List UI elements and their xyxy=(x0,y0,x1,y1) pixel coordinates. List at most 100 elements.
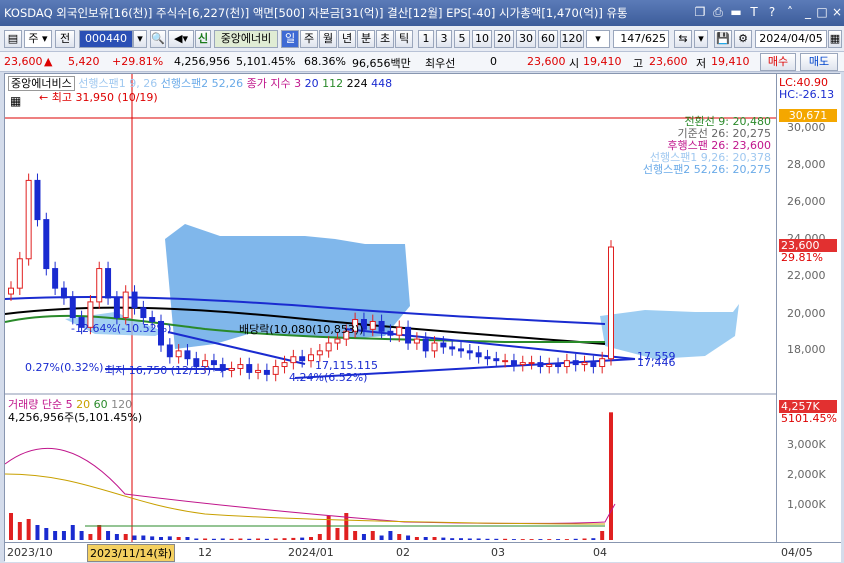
interval-10[interactable]: 10 xyxy=(472,30,492,48)
price-axis[interactable]: LC:40.90 HC:-26.13 30,671 30,000 28,000 … xyxy=(776,74,841,562)
candle-body xyxy=(237,364,244,369)
volume-bar xyxy=(582,538,587,540)
period-week-button[interactable]: 주 xyxy=(300,30,318,48)
interval-3[interactable]: 3 xyxy=(436,30,452,48)
search-icon[interactable]: 🔍 xyxy=(150,30,166,48)
settings-icon[interactable]: ⚙ xyxy=(734,30,752,48)
open-price: 19,410 xyxy=(583,55,622,68)
candle-body xyxy=(555,364,562,368)
volume-bar xyxy=(300,537,305,540)
candle-body xyxy=(590,362,597,368)
restore-icon[interactable]: ❐ xyxy=(692,4,708,20)
candle-body xyxy=(369,320,376,330)
change-rate: +29.81% xyxy=(112,55,164,68)
volume-bar xyxy=(291,537,296,540)
candle-body xyxy=(449,346,456,350)
code-input[interactable]: 000440 xyxy=(79,30,133,48)
period-second-button[interactable]: 초 xyxy=(376,30,394,48)
interval-5[interactable]: 5 xyxy=(454,30,470,48)
volume-bar xyxy=(467,538,472,540)
count-field[interactable]: 147/625 xyxy=(613,30,669,48)
interval-1[interactable]: 1 xyxy=(418,30,434,48)
period-day-button[interactable]: 일 xyxy=(281,30,299,48)
new-icon[interactable]: 신 xyxy=(195,30,211,48)
volume-bar xyxy=(335,528,340,540)
x-label: 04/05 xyxy=(781,546,813,559)
interval-30[interactable]: 30 xyxy=(516,30,536,48)
candle-body xyxy=(599,358,606,368)
tool-icon[interactable]: ⇆ xyxy=(674,30,692,48)
price-bar: 23,600 ▲ 5,420 +29.81% 4,256,956 5,101.4… xyxy=(0,52,844,72)
time-axis[interactable]: 2023/10 2023/11/14(화) 12 2024/01 02 03 0… xyxy=(5,542,841,562)
volume-series xyxy=(9,412,613,540)
candle-body xyxy=(16,258,23,289)
pin-icon[interactable]: ˄ xyxy=(782,4,798,20)
volume-bar xyxy=(150,536,155,540)
x-label: 2024/01 xyxy=(288,546,334,559)
grid-icon[interactable]: ▦ xyxy=(10,94,21,108)
buy-button[interactable]: 매수 xyxy=(760,53,796,71)
chart-panel[interactable]: 중앙에너비스 선행스팬1 9, 26 선행스팬2 52,26 종가 지수 3 2… xyxy=(4,73,841,562)
custom-interval-select[interactable]: ▾ xyxy=(586,30,610,48)
toolbar: ▤ 주 ▾ 전 000440 ▾ 🔍 ◀▾ 신 중앙에너비 일 주 월 년 분 … xyxy=(0,26,844,52)
prev-button[interactable]: 전 xyxy=(55,30,75,48)
save-icon[interactable]: 💾 xyxy=(714,30,732,48)
volume-bar xyxy=(88,534,93,540)
stock-name-field[interactable]: 중앙에너비 xyxy=(214,30,278,48)
help-icon[interactable]: ? xyxy=(764,4,780,20)
annotation-4: 4.24%(6.52%) xyxy=(289,371,368,384)
volume-bar xyxy=(564,539,569,540)
volume-bar xyxy=(573,538,578,540)
price-tick: 28,000 xyxy=(787,158,826,171)
volume-bar xyxy=(70,525,75,540)
candle-body xyxy=(308,354,314,362)
volume-bar xyxy=(591,538,596,540)
minimize-icon[interactable]: ▬ xyxy=(728,4,744,20)
interval-120[interactable]: 120 xyxy=(560,30,584,48)
period-tick-button[interactable]: 틱 xyxy=(395,30,413,48)
volume-bar xyxy=(185,537,190,540)
volume-ratio: 68.36% xyxy=(304,55,346,68)
close-icon[interactable]: × xyxy=(829,4,844,20)
volume-bar xyxy=(79,531,84,540)
market-select[interactable]: 주 ▾ xyxy=(24,30,52,48)
period-month-button[interactable]: 월 xyxy=(319,30,337,48)
help-text-icon[interactable]: T xyxy=(746,4,762,20)
volume-bar xyxy=(432,537,437,540)
print-icon[interactable]: ⎙ xyxy=(710,4,726,20)
calendar-icon[interactable]: ▦ xyxy=(828,30,842,48)
menu-icon[interactable]: ▤ xyxy=(4,30,22,48)
volume-bar xyxy=(167,536,172,540)
x-label: 02 xyxy=(396,546,410,559)
volume-bar xyxy=(441,537,446,540)
candle-body xyxy=(581,362,588,366)
candle-body xyxy=(546,364,553,368)
volume-bar xyxy=(114,534,119,540)
date-field[interactable]: 2024/04/05 xyxy=(755,30,827,48)
ichimoku-span2: 선행스팬2 52,26: 20,275 xyxy=(642,163,771,176)
interval-20[interactable]: 20 xyxy=(494,30,514,48)
speaker-icon[interactable]: ◀▾ xyxy=(168,30,194,48)
code-dropdown-icon[interactable]: ▾ xyxy=(133,30,147,48)
candle-body xyxy=(43,219,50,270)
interval-60[interactable]: 60 xyxy=(538,30,558,48)
maximize-window-icon[interactable]: □ xyxy=(814,4,830,20)
volume-bar xyxy=(459,538,463,540)
legend-ma-112: 112 xyxy=(322,77,344,90)
max-label: ← 최고 31,950 (10/19) xyxy=(39,91,158,104)
volume-bar xyxy=(132,535,137,540)
price-tick: 30,000 xyxy=(787,121,826,134)
candle-body xyxy=(263,369,270,375)
volume-bar xyxy=(317,534,322,540)
period-year-button[interactable]: 년 xyxy=(338,30,356,48)
period-minute-button[interactable]: 분 xyxy=(357,30,375,48)
low-label: 저 xyxy=(696,57,707,70)
sell-button[interactable]: 매도 xyxy=(800,53,838,71)
tool-arrow-icon[interactable]: ▾ xyxy=(694,30,708,48)
candle-body xyxy=(466,350,473,354)
candle-body xyxy=(484,356,491,360)
candle-body xyxy=(96,268,103,303)
priority-label: 최우선 xyxy=(425,57,456,70)
volume-bar xyxy=(256,538,261,540)
volume-bar xyxy=(309,537,313,540)
